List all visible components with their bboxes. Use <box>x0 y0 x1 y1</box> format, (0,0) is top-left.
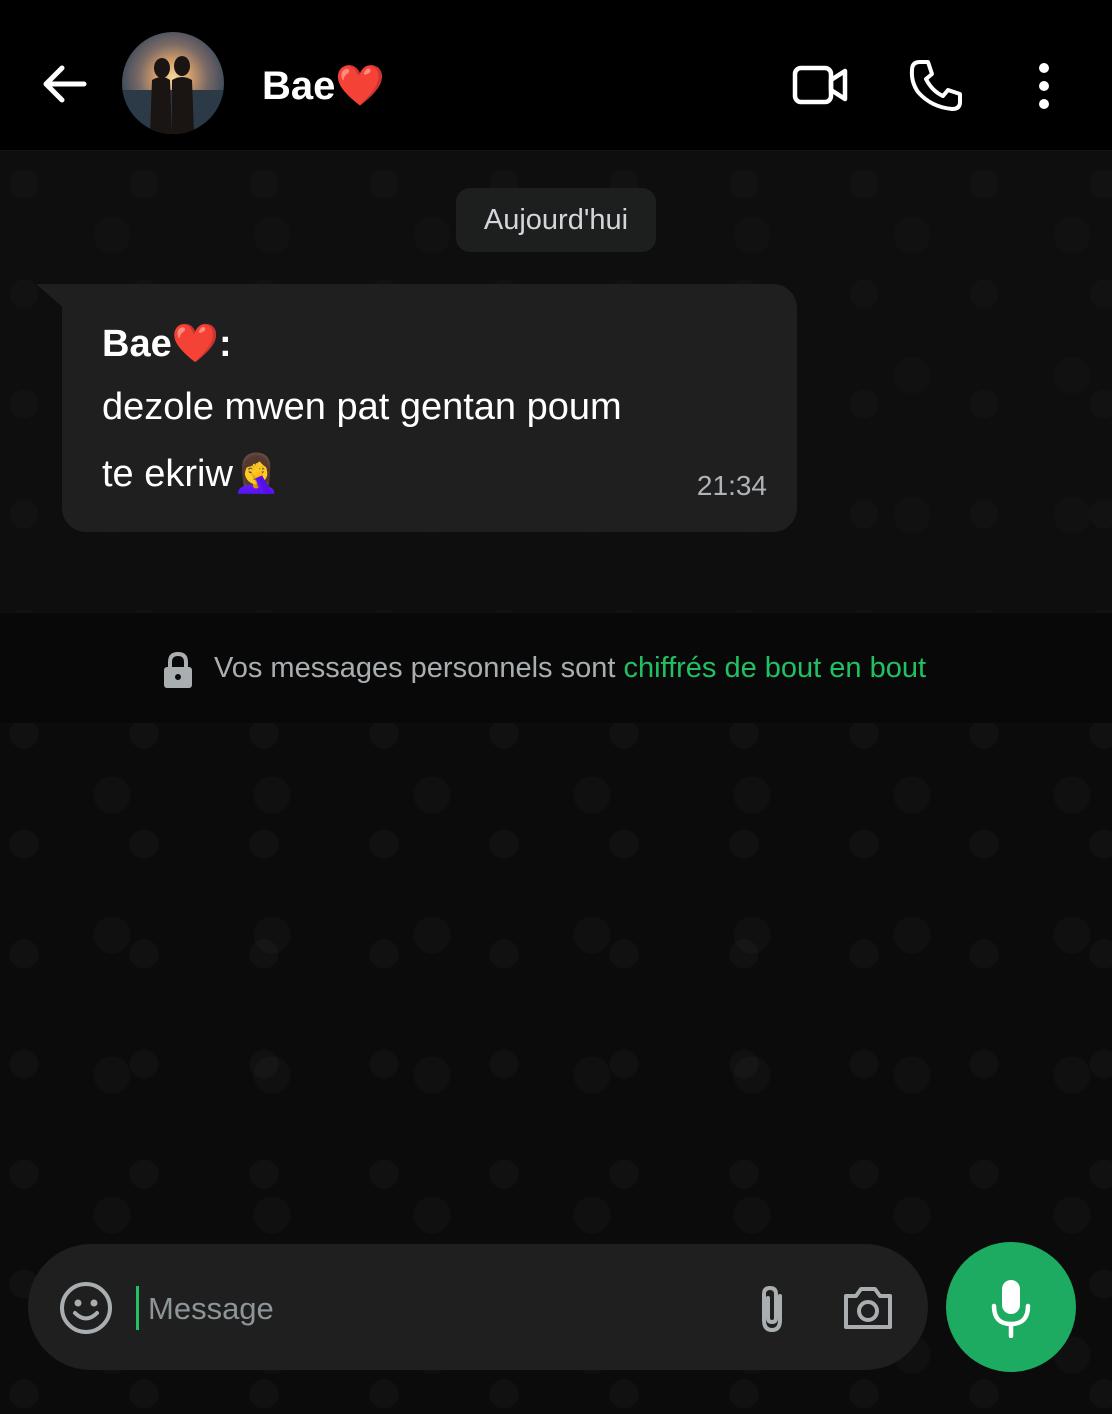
encryption-link[interactable]: chiffrés de bout en bout <box>623 652 926 684</box>
microphone-icon <box>991 1280 1031 1338</box>
contact-name[interactable]: Bae❤️ <box>262 60 385 112</box>
avatar-photo <box>122 56 224 134</box>
encryption-notice: Vos messages personnels sont chiffrés de… <box>160 648 980 694</box>
message-text-line: dezole mwen pat gentan poum <box>102 386 622 428</box>
date-separator: Aujourd'hui <box>456 188 656 252</box>
emoji-button[interactable] <box>56 1278 116 1338</box>
lock-icon <box>164 651 192 688</box>
chat-screen: Bae❤️ Aujourd'hui Bae❤️: dezole mwen pat… <box>0 0 1112 1414</box>
video-camera-icon <box>792 65 848 105</box>
more-options-button[interactable] <box>1016 56 1072 116</box>
text-cursor <box>136 1286 139 1330</box>
paperclip-icon <box>762 1285 782 1333</box>
message-input[interactable] <box>146 1282 710 1336</box>
incoming-message-bubble[interactable]: Bae❤️: dezole mwen pat gentan poum te ek… <box>62 284 797 532</box>
arrow-left-icon <box>43 65 87 103</box>
back-button[interactable] <box>36 56 92 112</box>
camera-icon <box>844 1287 892 1329</box>
message-sender: Bae❤️: <box>102 323 232 365</box>
voice-call-button[interactable] <box>906 56 966 116</box>
smiley-icon <box>60 1282 112 1334</box>
more-vertical-icon <box>1039 63 1049 109</box>
message-timestamp: 21:34 <box>696 470 767 501</box>
voice-message-button[interactable] <box>946 1242 1076 1372</box>
avatar[interactable] <box>122 32 224 134</box>
encryption-text: Vos messages personnels sont chiffrés de… <box>214 652 926 685</box>
attach-button[interactable] <box>750 1282 794 1336</box>
chat-header: Bae❤️ <box>0 0 1112 151</box>
phone-icon <box>909 60 962 111</box>
encryption-label: Vos messages personnels sont <box>214 652 624 684</box>
message-composer <box>28 1244 928 1370</box>
video-call-button[interactable] <box>790 56 850 116</box>
camera-button[interactable] <box>840 1282 896 1334</box>
message-text-line: te ekriw🤦‍♀️ <box>102 453 281 495</box>
